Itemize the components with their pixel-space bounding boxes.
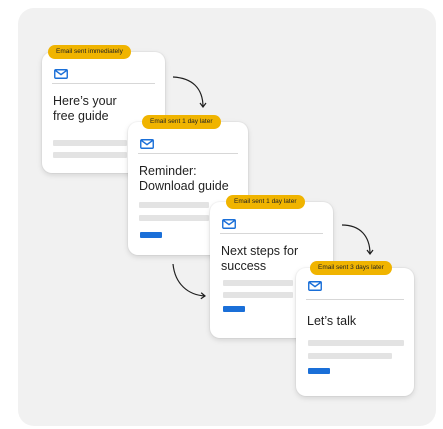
arrow-2 — [172, 263, 206, 300]
flow-arrows — [172, 76, 374, 300]
arrow-3 — [341, 224, 374, 255]
arrow-1 — [172, 76, 207, 108]
